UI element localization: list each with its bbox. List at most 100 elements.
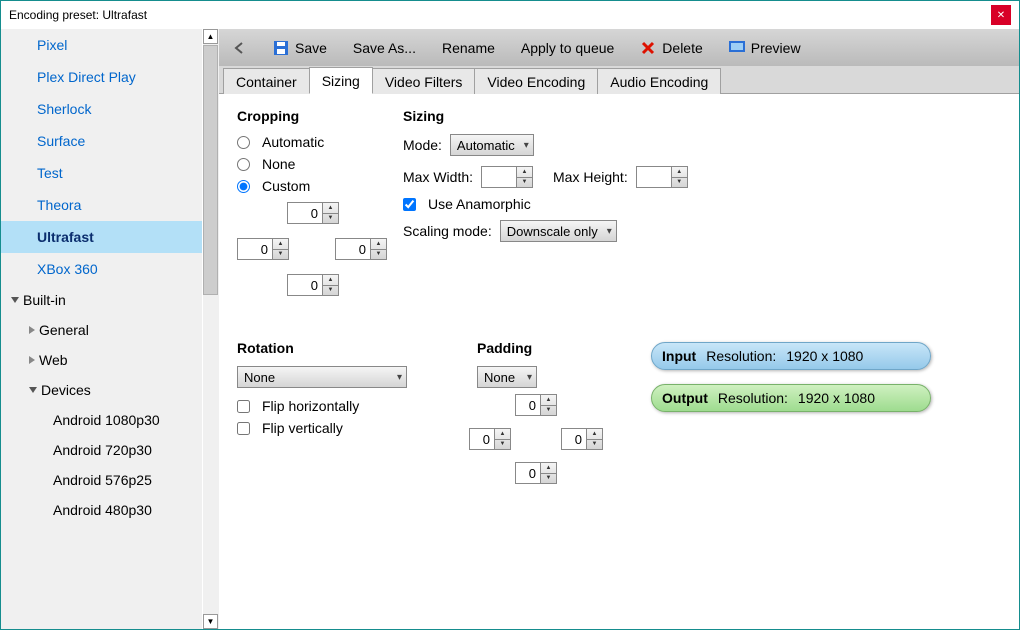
sidebar-scrollbar[interactable]: ▲ ▼ — [202, 29, 219, 629]
spin-up-icon[interactable]: ▲ — [371, 239, 386, 250]
cropping-auto-label: Automatic — [262, 134, 324, 150]
tab-video-encoding[interactable]: Video Encoding — [474, 68, 598, 94]
device-preset-item[interactable]: Android 576p25 — [1, 465, 202, 495]
input-label: Input — [662, 348, 696, 364]
device-preset-item[interactable]: Android 1080p30 — [1, 405, 202, 435]
spin-up-icon[interactable]: ▲ — [273, 239, 288, 250]
pad-left-input[interactable] — [470, 429, 494, 449]
preset-item[interactable]: Surface — [1, 125, 202, 157]
scaling-select[interactable]: Downscale only — [500, 220, 617, 242]
preset-item[interactable]: Test — [1, 157, 202, 189]
crop-top-input[interactable] — [288, 203, 322, 223]
pad-top-input[interactable] — [516, 395, 540, 415]
crop-left-input[interactable] — [238, 239, 272, 259]
spin-down-icon[interactable]: ▼ — [323, 286, 338, 296]
spin-up-icon[interactable]: ▲ — [672, 167, 687, 178]
tab-video-filters[interactable]: Video Filters — [372, 68, 476, 94]
rotation-heading: Rotation — [237, 340, 437, 356]
spin-up-icon[interactable]: ▲ — [517, 167, 532, 178]
device-preset-item[interactable]: Android 720p30 — [1, 435, 202, 465]
spin-up-icon[interactable]: ▲ — [495, 429, 510, 440]
apply-queue-button[interactable]: Apply to queue — [517, 37, 618, 59]
sidebar-subcat-web[interactable]: Web — [1, 345, 202, 375]
crop-bottom-spinner[interactable]: ▲▼ — [287, 274, 339, 296]
maxh-spinner[interactable]: ▲▼ — [636, 166, 688, 188]
padding-select[interactable]: None — [477, 366, 537, 388]
preset-item[interactable]: Plex Direct Play — [1, 61, 202, 93]
pad-top-spinner[interactable]: ▲▼ — [515, 394, 557, 416]
sidebar-category-builtin[interactable]: Built-in — [1, 285, 202, 315]
spin-down-icon[interactable]: ▼ — [323, 214, 338, 224]
pad-bottom-input[interactable] — [516, 463, 540, 483]
spin-up-icon[interactable]: ▲ — [541, 395, 556, 406]
spin-down-icon[interactable]: ▼ — [587, 440, 602, 450]
output-label: Output — [662, 390, 708, 406]
sidebar-subcat-general[interactable]: General — [1, 315, 202, 345]
input-res-label: Resolution: — [706, 348, 776, 364]
cropping-none-label: None — [262, 156, 295, 172]
scroll-thumb[interactable] — [203, 45, 218, 295]
crop-bottom-input[interactable] — [288, 275, 322, 295]
tab-audio-encoding[interactable]: Audio Encoding — [597, 68, 721, 94]
maxw-spinner[interactable]: ▲▼ — [481, 166, 533, 188]
cropping-custom-label: Custom — [262, 178, 310, 194]
rotation-select[interactable]: None — [237, 366, 407, 388]
output-res-value: 1920 x 1080 — [798, 390, 875, 406]
spin-down-icon[interactable]: ▼ — [517, 178, 532, 188]
crop-top-spinner[interactable]: ▲▼ — [287, 202, 339, 224]
close-button[interactable]: ✕ — [991, 5, 1011, 25]
maxw-input[interactable] — [482, 167, 516, 187]
device-preset-item[interactable]: Android 480p30 — [1, 495, 202, 525]
spin-down-icon[interactable]: ▼ — [541, 406, 556, 416]
cropping-heading: Cropping — [237, 108, 397, 124]
scroll-down-icon[interactable]: ▼ — [203, 614, 218, 629]
preset-item[interactable]: XBox 360 — [1, 253, 202, 285]
spin-up-icon[interactable]: ▲ — [541, 463, 556, 474]
pad-bottom-spinner[interactable]: ▲▼ — [515, 462, 557, 484]
delete-button[interactable]: Delete — [636, 37, 706, 59]
spin-up-icon[interactable]: ▲ — [323, 203, 338, 214]
padding-heading: Padding — [477, 340, 607, 356]
preset-item[interactable]: Sherlock — [1, 93, 202, 125]
rename-button[interactable]: Rename — [438, 37, 499, 59]
fliph-label: Flip horizontally — [262, 398, 359, 414]
back-button[interactable] — [227, 37, 251, 59]
input-resolution-badge: Input Resolution: 1920 x 1080 — [651, 342, 931, 370]
spin-down-icon[interactable]: ▼ — [495, 440, 510, 450]
pad-left-spinner[interactable]: ▲▼ — [469, 428, 511, 450]
preview-button[interactable]: Preview — [725, 37, 805, 59]
tab-sizing[interactable]: Sizing — [309, 67, 373, 94]
maxh-input[interactable] — [637, 167, 671, 187]
tab-container[interactable]: Container — [223, 68, 310, 94]
chevron-right-icon — [29, 356, 35, 364]
save-as-button[interactable]: Save As... — [349, 37, 420, 59]
spin-down-icon[interactable]: ▼ — [273, 250, 288, 260]
scroll-up-icon[interactable]: ▲ — [203, 29, 218, 44]
flipv-checkbox[interactable] — [237, 422, 250, 435]
spin-down-icon[interactable]: ▼ — [541, 474, 556, 484]
save-button[interactable]: Save — [269, 37, 331, 59]
mode-select[interactable]: Automatic — [450, 134, 534, 156]
mode-label: Mode: — [403, 137, 442, 153]
pad-right-input[interactable] — [562, 429, 586, 449]
maxw-label: Max Width: — [403, 169, 473, 185]
cropping-auto-radio[interactable] — [237, 136, 250, 149]
anamorphic-checkbox[interactable] — [403, 198, 416, 211]
cropping-custom-radio[interactable] — [237, 180, 250, 193]
tab-bar: Container Sizing Video Filters Video Enc… — [219, 66, 1019, 94]
preset-sidebar: Pixel Plex Direct Play Sherlock Surface … — [1, 29, 219, 629]
preset-item[interactable]: Theora — [1, 189, 202, 221]
crop-right-spinner[interactable]: ▲▼ — [335, 238, 387, 260]
spin-up-icon[interactable]: ▲ — [587, 429, 602, 440]
spin-down-icon[interactable]: ▼ — [371, 250, 386, 260]
spin-up-icon[interactable]: ▲ — [323, 275, 338, 286]
crop-right-input[interactable] — [336, 239, 370, 259]
cropping-none-radio[interactable] — [237, 158, 250, 171]
spin-down-icon[interactable]: ▼ — [672, 178, 687, 188]
sidebar-subcat-devices[interactable]: Devices — [1, 375, 202, 405]
preset-item-selected[interactable]: Ultrafast — [1, 221, 202, 253]
preset-item[interactable]: Pixel — [1, 29, 202, 61]
crop-left-spinner[interactable]: ▲▼ — [237, 238, 289, 260]
fliph-checkbox[interactable] — [237, 400, 250, 413]
pad-right-spinner[interactable]: ▲▼ — [561, 428, 603, 450]
